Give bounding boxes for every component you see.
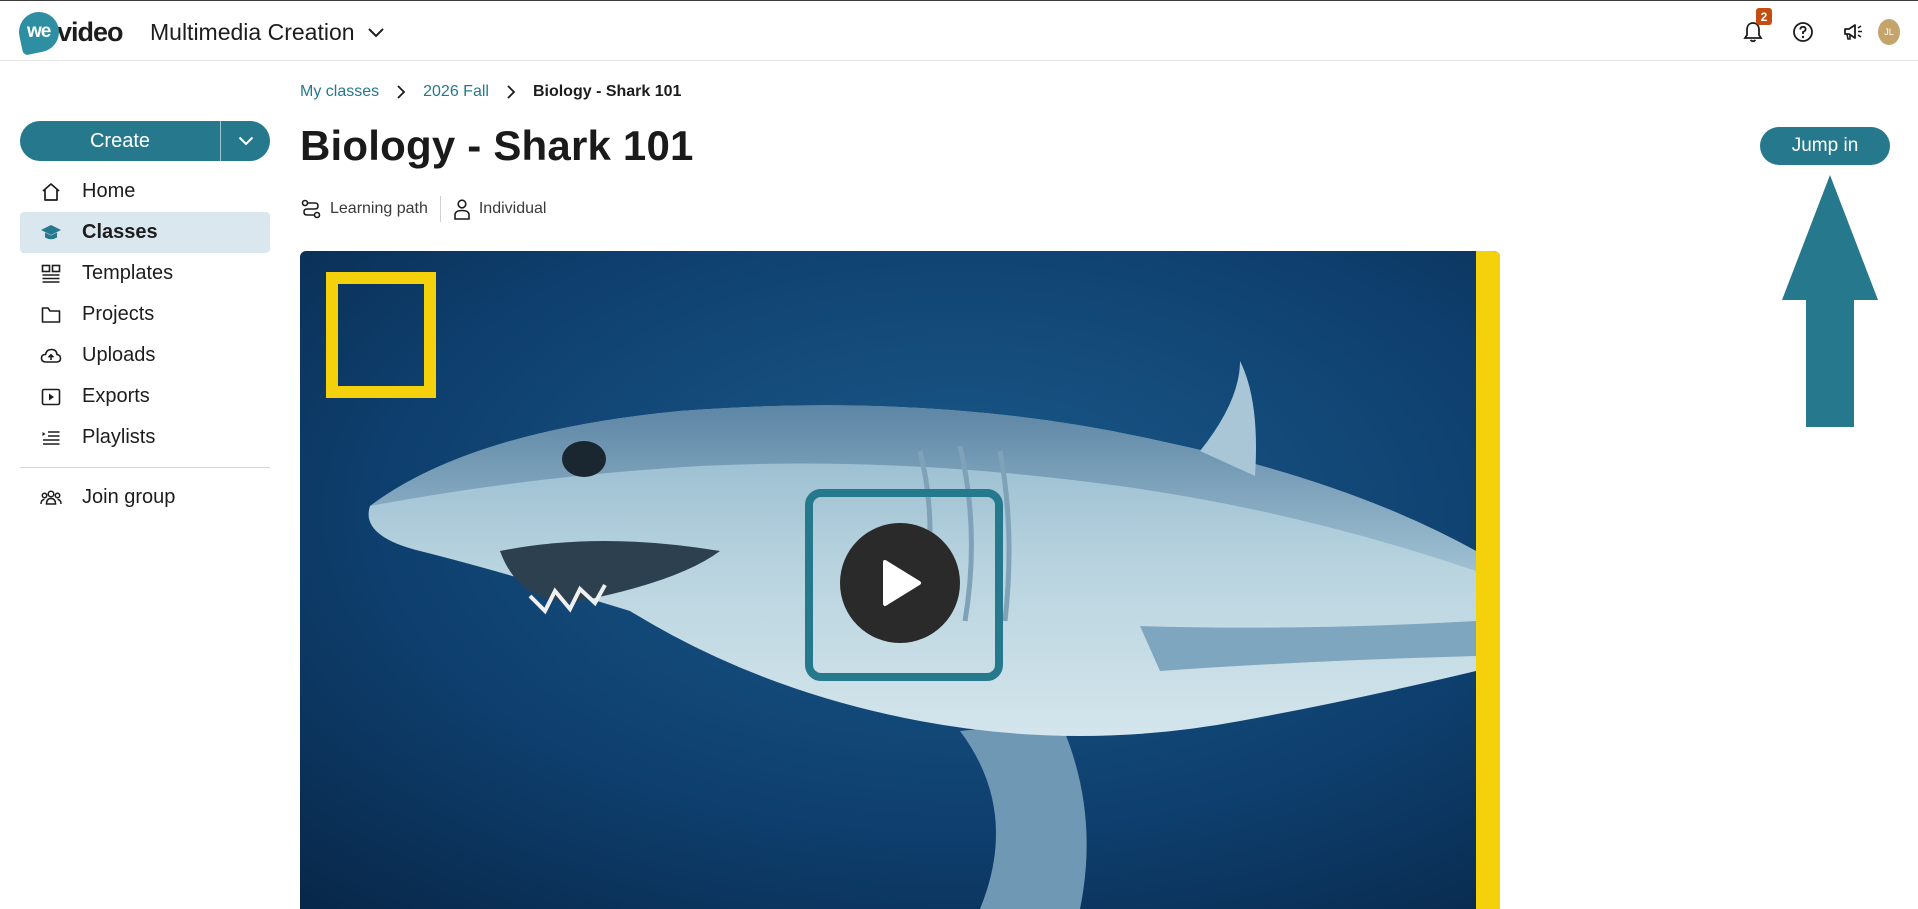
breadcrumb: My classes 2026 Fall Biology - Shark 101: [300, 83, 681, 101]
templates-icon: [40, 263, 62, 285]
meta-type-label: Learning path: [330, 200, 428, 217]
megaphone-icon: [1844, 23, 1862, 40]
sidebar-nav: Home Classes Templates Projects Uploads …: [20, 171, 270, 518]
sidebar-item-label: Uploads: [82, 344, 156, 366]
avatar: JL: [1878, 18, 1900, 45]
sidebar-item-label: Join group: [82, 486, 176, 508]
wevideo-logo[interactable]: we video: [15, 8, 124, 56]
sidebar-item-label: Exports: [82, 385, 150, 407]
help-button[interactable]: [1778, 1, 1828, 62]
sidebar-item-projects[interactable]: Projects: [20, 294, 270, 335]
jump-in-button[interactable]: Jump in: [1760, 127, 1890, 165]
sidebar-item-playlists[interactable]: Playlists: [20, 417, 270, 458]
playlist-icon: [40, 427, 62, 449]
chevron-right-icon: [506, 84, 516, 100]
chevron-right-icon: [396, 84, 406, 100]
meta-divider: [439, 196, 441, 222]
meta-type: Learning path: [300, 198, 428, 220]
logo-wordmark: video: [57, 16, 124, 47]
sidebar-item-label: Projects: [82, 303, 155, 325]
top-bar: we video Multimedia Creation 2 JL: [0, 0, 1918, 61]
class-meta: Learning path Individual: [300, 196, 546, 222]
folder-icon: [40, 304, 62, 326]
chevron-down-icon: [367, 27, 384, 37]
account-button[interactable]: JL: [1878, 1, 1918, 62]
logo-badge: we: [15, 8, 63, 56]
sidebar-item-label: Templates: [82, 262, 174, 284]
sidebar-item-uploads[interactable]: Uploads: [20, 335, 270, 376]
sidebar-item-label: Classes: [82, 221, 158, 243]
graduation-cap-icon: [40, 222, 62, 244]
notification-badge: 2: [1756, 8, 1772, 25]
breadcrumb-current: Biology - Shark 101: [532, 83, 682, 100]
learning-path-icon: [301, 199, 321, 219]
help-icon: [1793, 21, 1813, 42]
play-square-icon: [40, 386, 62, 408]
announcements-button[interactable]: [1828, 1, 1878, 62]
cloud-upload-icon: [40, 345, 62, 367]
sidebar-divider: [20, 467, 270, 468]
sidebar-item-join-group[interactable]: Join group: [20, 477, 270, 518]
meta-mode-label: Individual: [478, 200, 547, 217]
up-arrow-annotation: [1782, 175, 1878, 427]
sidebar-item-label: Home: [82, 180, 136, 202]
chevron-down-icon: [238, 136, 253, 146]
meta-mode: Individual: [453, 198, 547, 220]
sidebar-item-classes[interactable]: Classes: [20, 212, 270, 253]
workspace-selector[interactable]: Multimedia Creation: [150, 19, 385, 46]
play-button[interactable]: [840, 523, 960, 643]
create-button[interactable]: Create: [20, 121, 220, 161]
sidebar-item-home[interactable]: Home: [20, 171, 270, 212]
create-button-group: Create: [20, 121, 270, 161]
create-dropdown-button[interactable]: [220, 121, 270, 161]
notifications-button[interactable]: 2: [1728, 1, 1778, 62]
home-icon: [40, 181, 62, 203]
breadcrumb-term[interactable]: 2026 Fall: [423, 83, 489, 101]
sidebar-item-exports[interactable]: Exports: [20, 376, 270, 417]
page-title: Biology - Shark 101: [300, 122, 694, 169]
person-icon: [454, 199, 470, 220]
breadcrumb-my-classes[interactable]: My classes: [300, 83, 379, 101]
play-icon: [883, 560, 921, 606]
people-icon: [40, 487, 62, 509]
video-player[interactable]: [300, 251, 1500, 909]
workspace-name: Multimedia Creation: [150, 19, 355, 45]
sidebar-item-label: Playlists: [82, 426, 156, 448]
sidebar-item-templates[interactable]: Templates: [20, 253, 270, 294]
